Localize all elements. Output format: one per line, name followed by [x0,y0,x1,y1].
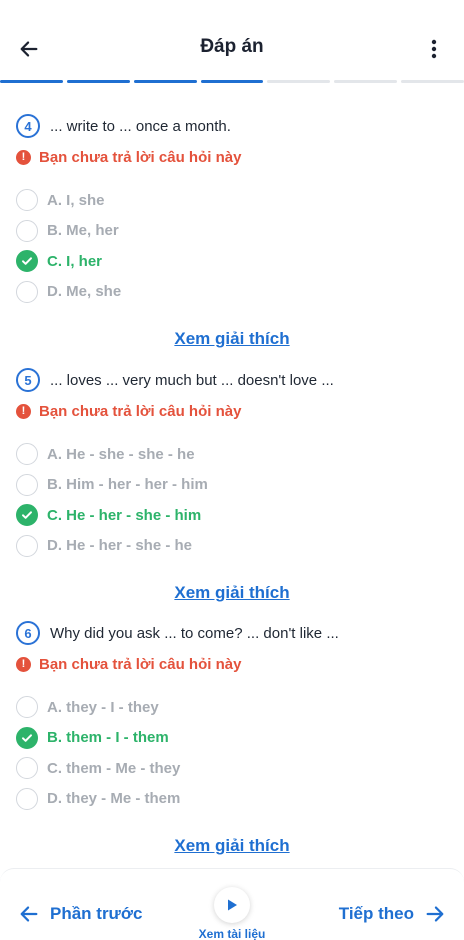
option-label: B. Him - her - her - him [47,476,208,494]
progress-segment [267,80,331,83]
question-block: 5 ... loves ... very much but ... doesn't… [0,367,464,603]
answer-option[interactable]: A. I, she [16,185,448,216]
page-title: Đáp án [200,36,264,57]
progress-segment [401,80,464,83]
warning-text: Bạn chưa trả lời câu hỏi này [39,148,242,166]
radio-button [16,696,38,719]
question-block: 4 ... write to ... once a month.! Bạn chưa… [0,113,464,349]
warning-text: Bạn chưa trả lời câu hỏi này [39,402,242,420]
unanswered-warning: ! Bạn chưa trả lời câu hỏi này [16,401,448,421]
option-label: C. them - Me - they [47,759,181,777]
bottom-navigation: Phần trước Xem tài liệu Tiếp theo [0,868,464,940]
answer-option[interactable]: C. He - her - she - him [16,500,448,531]
more-vertical-icon [431,39,437,59]
question-text: Why did you ask ... to come? ... don't l… [50,624,339,642]
option-label: C. I, her [47,252,103,270]
answer-option[interactable]: D. He - her - she - he [16,531,448,562]
view-document-label: Xem tài liệu [198,927,266,940]
warning-text: Bạn chưa trả lời câu hỏi này [39,655,242,673]
radio-button [16,534,38,557]
unanswered-warning: ! Bạn chưa trả lời câu hỏi này [16,147,448,167]
answer-option[interactable]: B. Me, her [16,216,448,247]
radio-button [16,473,38,496]
view-explanation-link[interactable]: Xem giải thích [16,583,448,603]
arrow-left-icon [20,906,38,922]
more-options-button[interactable] [424,34,444,64]
answer-option[interactable]: B. Him - her - her - him [16,470,448,501]
answer-option[interactable]: B. them - I - them [16,723,448,754]
radio-button [16,189,38,212]
question-number: 5 [16,368,40,392]
question-number: 4 [16,114,40,138]
radio-button [16,219,38,242]
view-explanation-link[interactable]: Xem giải thích [16,836,448,856]
app-header: Đáp án [0,0,464,84]
alert-circle-icon: ! [16,656,31,672]
play-icon [228,899,237,911]
check-icon [16,250,38,273]
option-label: B. Me, her [47,222,119,240]
alert-circle-icon: ! [16,149,31,165]
view-document-button[interactable]: Xem tài liệu [192,887,272,940]
check-icon [16,726,38,749]
answer-option[interactable]: D. they - Me - them [16,784,448,815]
arrow-right-icon [426,906,444,922]
option-label: D. they - Me - them [47,790,181,808]
play-button[interactable] [214,887,250,923]
option-label: A. He - she - she - he [47,445,195,463]
check-icon [16,504,38,527]
answer-option[interactable]: C. I, her [16,246,448,277]
unanswered-warning: ! Bạn chưa trả lời câu hỏi này [16,654,448,674]
option-label: D. Me, she [47,283,122,301]
question-text: ... loves ... very much but ... doesn't … [50,371,334,389]
progress-segment [200,80,264,83]
progress-segment [133,80,197,83]
radio-button [16,280,38,303]
question-text: ... write to ... once a month. [50,117,231,135]
radio-button [16,443,38,466]
option-label: D. He - her - she - he [47,537,193,555]
answer-option[interactable]: C. them - Me - they [16,753,448,784]
view-explanation-link[interactable]: Xem giải thích [16,329,448,349]
option-label: A. they - I - they [47,698,159,716]
answer-options: A. they - I - they B. them - I - them C. t… [16,692,448,814]
question-header: 6 Why did you ask ... to come? ... don't … [16,620,448,646]
answers-list: 4 ... write to ... once a month.! Bạn chưa… [0,84,464,870]
previous-section-button[interactable]: Phần trước [18,903,142,925]
question-header: 4 ... write to ... once a month. [16,113,448,139]
radio-button [16,787,38,810]
answer-options: A. He - she - she - he B. Him - her - her… [16,439,448,561]
answer-option[interactable]: A. He - she - she - he [16,439,448,470]
question-number: 6 [16,621,40,645]
answer-options: A. I, she B. Me, her C. I, her D. Me, she [16,185,448,307]
progress-segment [66,80,130,83]
next-button[interactable]: Tiếp theo [339,903,446,925]
progress-segment [0,80,63,83]
question-header: 5 ... loves ... very much but ... doesn't… [16,367,448,393]
answer-option[interactable]: D. Me, she [16,277,448,308]
option-label: A. I, she [47,191,105,209]
radio-button [16,757,38,780]
option-label: B. them - I - them [47,729,169,747]
next-label: Tiếp theo [338,904,414,923]
question-block: 6 Why did you ask ... to come? ... don't … [0,620,464,856]
answer-option[interactable]: A. they - I - they [16,692,448,723]
alert-circle-icon: ! [16,403,31,419]
progress-segment [334,80,398,83]
previous-section-label: Phần trước [50,904,143,923]
option-label: C. He - her - she - him [47,506,202,524]
